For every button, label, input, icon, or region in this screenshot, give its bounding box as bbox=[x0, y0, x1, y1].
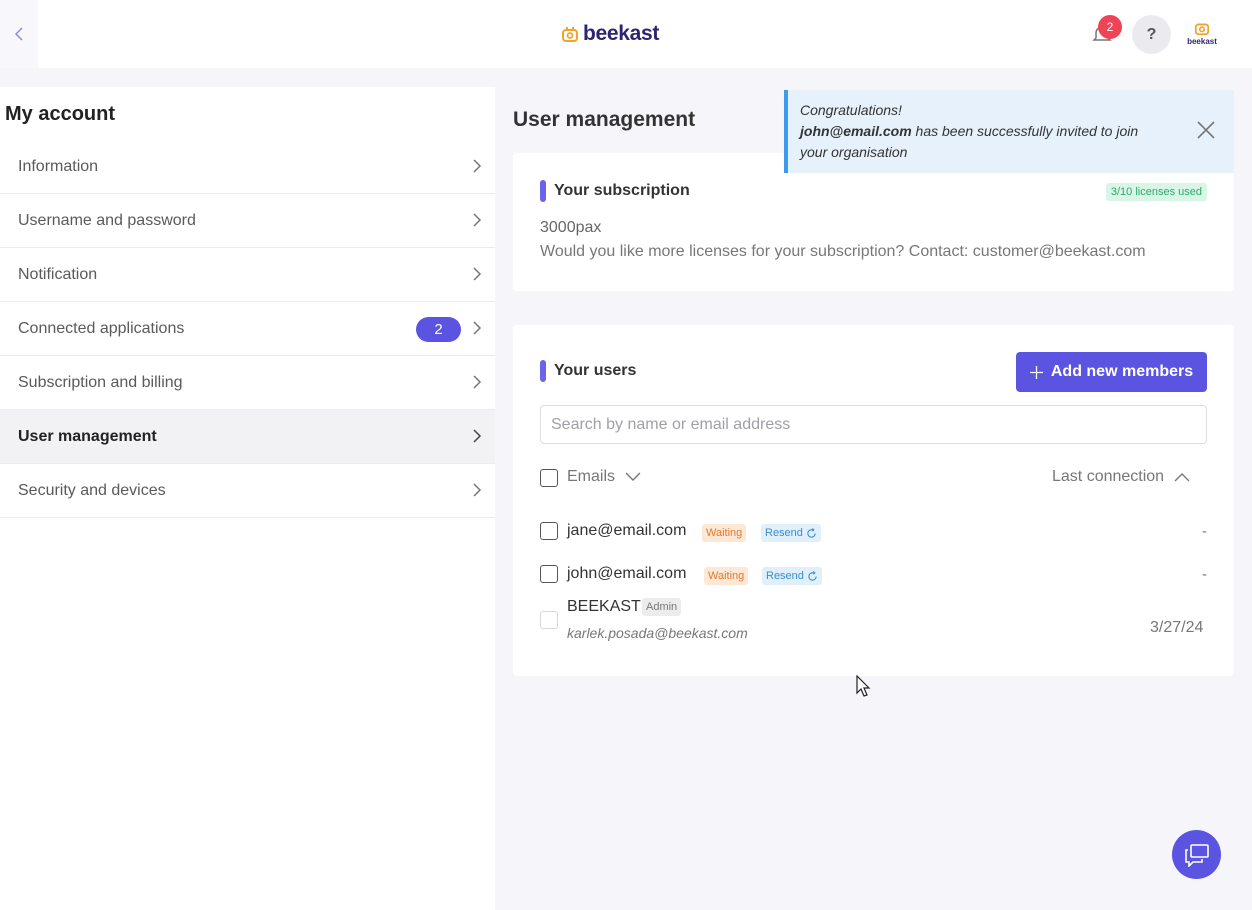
sidebar-item-label: Notification bbox=[18, 265, 98, 283]
add-new-members-button[interactable]: Add new members bbox=[1016, 352, 1207, 392]
chat-support-button[interactable] bbox=[1172, 830, 1221, 879]
subscription-card: Your subscription 3/10 licenses used 300… bbox=[513, 153, 1234, 291]
invite-success-toast: Congratulations! john@email.com has been… bbox=[784, 90, 1234, 173]
sidebar-title: My account bbox=[5, 103, 116, 125]
subscription-title-text: Your subscription bbox=[554, 182, 690, 199]
sidebar-item-label: User management bbox=[18, 427, 157, 445]
select-all-checkbox[interactable] bbox=[540, 469, 558, 487]
user-email: karlek.posada@beekast.com bbox=[567, 625, 748, 641]
last-connection-value: 3/27/24 bbox=[1150, 619, 1204, 636]
last-connection-column-label: Last connection bbox=[1052, 468, 1165, 485]
help-button[interactable]: ? bbox=[1132, 15, 1171, 54]
user-email: jane@email.com bbox=[567, 522, 687, 539]
chevron-right-icon bbox=[473, 159, 482, 173]
resend-label: Resend bbox=[765, 527, 803, 539]
user-name: BEEKAST bbox=[567, 598, 641, 615]
sidebar-item-information[interactable]: Information bbox=[0, 140, 495, 194]
chevron-up-icon bbox=[1174, 473, 1190, 482]
chevron-right-icon bbox=[473, 483, 482, 497]
chevron-left-icon bbox=[14, 27, 23, 41]
user-email: john@email.com bbox=[567, 565, 687, 582]
emails-column-label: Emails bbox=[567, 468, 616, 485]
beekast-logo[interactable]: beekast bbox=[561, 22, 659, 46]
last-connection-sort-header[interactable]: Last connection bbox=[1052, 468, 1190, 486]
chevron-right-icon bbox=[473, 213, 482, 227]
org-logo-text: beekast bbox=[1187, 37, 1217, 46]
page-title: User management bbox=[513, 108, 696, 131]
chevron-right-icon bbox=[473, 429, 482, 443]
add-new-members-label: Add new members bbox=[1050, 363, 1194, 380]
sidebar-item-label: Information bbox=[18, 157, 99, 175]
refresh-icon bbox=[808, 570, 817, 581]
subscription-contact-text: Would you like more licenses for your su… bbox=[540, 243, 1146, 260]
sidebar-item-label: Username and password bbox=[18, 211, 196, 229]
subscription-title: Your subscription bbox=[540, 180, 690, 202]
licenses-used-badge: 3/10 licenses used bbox=[1105, 183, 1207, 201]
last-connection-value: - bbox=[1202, 566, 1207, 583]
sidebar-item-subscription-billing[interactable]: Subscription and billing bbox=[0, 356, 495, 410]
sidebar-item-label: Connected applications bbox=[18, 319, 185, 337]
bee-logo-icon bbox=[562, 27, 578, 42]
account-sidebar: My account Information Username and pass… bbox=[0, 87, 495, 910]
waiting-status-badge: Waiting bbox=[704, 567, 749, 585]
user-search-input[interactable] bbox=[540, 405, 1207, 444]
section-accent-bar bbox=[540, 180, 546, 202]
logo-text: beekast bbox=[583, 22, 660, 45]
plus-icon bbox=[1029, 365, 1043, 379]
connected-apps-count-badge: 2 bbox=[416, 317, 461, 342]
toast-heading: Congratulations! bbox=[800, 102, 902, 118]
admin-role-badge: Admin bbox=[642, 598, 682, 616]
users-card: Your users Add new members Emails Last c… bbox=[513, 325, 1234, 676]
plan-name: 3000pax bbox=[540, 219, 602, 236]
users-title: Your users bbox=[540, 360, 636, 382]
account-menu: Information Username and password Notifi… bbox=[0, 140, 495, 518]
chat-bubbles-icon bbox=[1184, 843, 1209, 867]
row-checkbox[interactable] bbox=[540, 565, 558, 583]
row-checkbox-disabled bbox=[540, 611, 558, 629]
sidebar-item-label: Subscription and billing bbox=[18, 373, 183, 391]
mouse-pointer-icon bbox=[856, 675, 871, 697]
chevron-right-icon bbox=[473, 375, 482, 389]
last-connection-value: - bbox=[1202, 523, 1207, 540]
emails-sort-header[interactable]: Emails bbox=[567, 468, 641, 486]
close-icon[interactable] bbox=[1196, 120, 1216, 140]
chevron-down-icon bbox=[625, 472, 641, 481]
bee-logo-icon bbox=[1194, 23, 1210, 36]
users-title-text: Your users bbox=[554, 362, 637, 379]
refresh-icon bbox=[807, 527, 816, 538]
chevron-right-icon bbox=[473, 267, 482, 281]
sidebar-item-label: Security and devices bbox=[18, 481, 166, 499]
sidebar-item-username-password[interactable]: Username and password bbox=[0, 194, 495, 248]
sidebar-item-connected-applications[interactable]: Connected applications 2 bbox=[0, 302, 495, 356]
row-checkbox[interactable] bbox=[540, 522, 558, 540]
sidebar-item-notification[interactable]: Notification bbox=[0, 248, 495, 302]
chevron-right-icon bbox=[473, 321, 482, 335]
toast-email: john@email.com bbox=[800, 123, 912, 139]
section-accent-bar bbox=[540, 360, 546, 382]
waiting-status-badge: Waiting bbox=[702, 524, 747, 542]
sidebar-item-user-management[interactable]: User management bbox=[0, 410, 495, 464]
resend-invite-button[interactable]: Resend bbox=[761, 524, 821, 542]
top-bar: beekast 2 ? beekast bbox=[0, 0, 1252, 68]
notification-count-badge: 2 bbox=[1098, 15, 1122, 39]
back-button[interactable] bbox=[0, 0, 38, 68]
organisation-avatar[interactable]: beekast bbox=[1184, 20, 1220, 50]
toast-message: john@email.com has been successfully inv… bbox=[800, 121, 1160, 163]
resend-label: Resend bbox=[766, 570, 804, 582]
sidebar-item-security-devices[interactable]: Security and devices bbox=[0, 464, 495, 518]
resend-invite-button[interactable]: Resend bbox=[762, 567, 822, 585]
